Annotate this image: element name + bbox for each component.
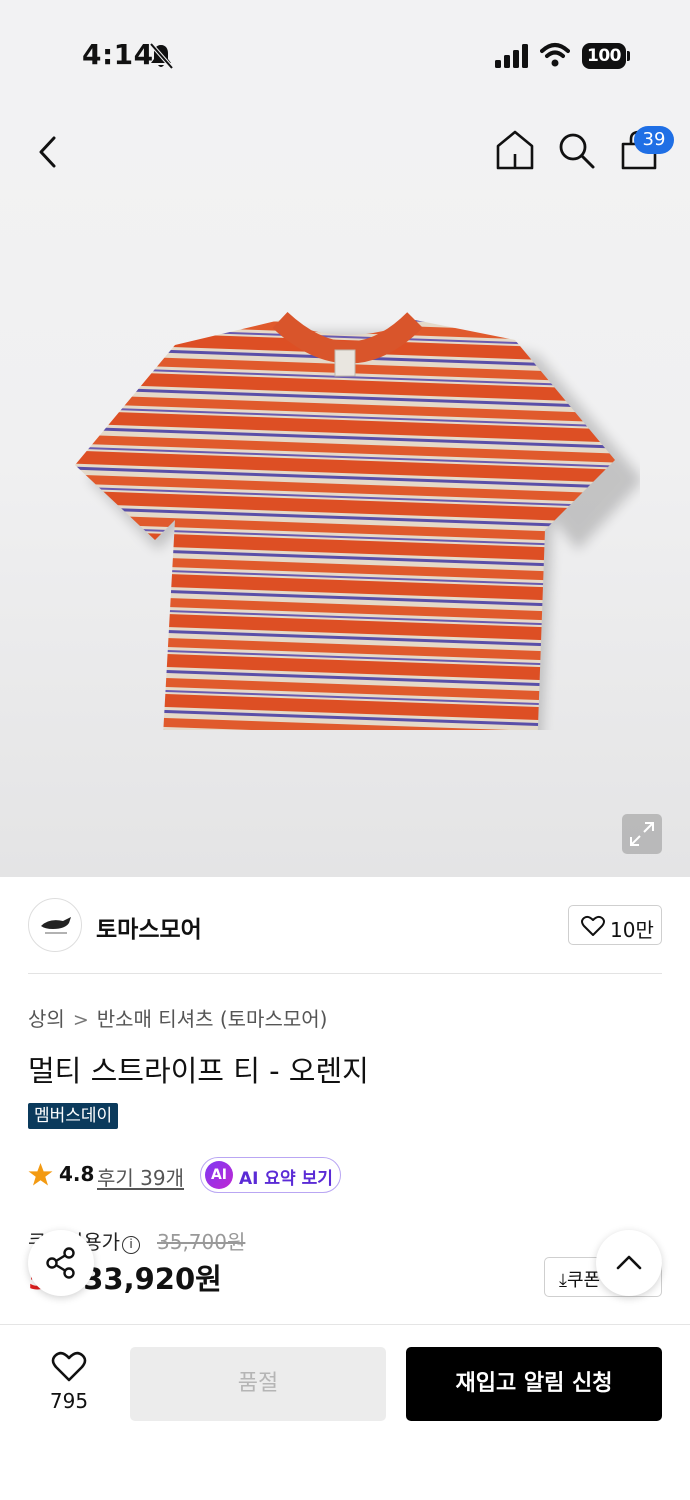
restock-alert-button[interactable]: 재입고 알림 신청 [406, 1347, 662, 1421]
download-icon: ⤓ [559, 1270, 567, 1291]
product-title: 멀티 스트라이프 티 - 오렌지 [28, 1054, 369, 1088]
product-image-gallery[interactable]: 39 [0, 110, 690, 877]
search-icon[interactable] [556, 130, 596, 170]
ai-badge-icon: AI [205, 1161, 233, 1189]
sale-price: 33,920원 [83, 1262, 222, 1296]
battery-icon: 100 [582, 43, 630, 69]
members-day-tag: 멤버스데이 [28, 1103, 119, 1129]
home-icon[interactable] [494, 128, 536, 172]
soldout-button: 품절 [130, 1347, 386, 1421]
whale-logo-icon [41, 917, 71, 934]
bell-off-icon [149, 42, 174, 70]
breadcrumb-subcategory[interactable]: 반소매 티셔츠 (토마스모어) [97, 1003, 328, 1032]
brand-like-button[interactable]: 10만 [568, 905, 662, 945]
brand-name[interactable]: 토마스모어 [96, 910, 202, 944]
divider [28, 973, 662, 974]
wifi-icon [540, 43, 570, 67]
info-icon[interactable]: i [122, 1236, 140, 1254]
expand-icon [630, 822, 654, 846]
original-price: 35,700원 [157, 1230, 246, 1254]
wishlist-count: 795 [49, 1389, 89, 1413]
ai-summary-button[interactable]: AI AI 요약 보기 [200, 1157, 341, 1193]
product-image [75, 311, 640, 730]
expand-image-button[interactable] [622, 814, 662, 854]
cart-count-badge: 39 [634, 126, 674, 154]
bottom-action-bar: 795 품절 재입고 알림 신청 [0, 1324, 690, 1500]
battery-cap [627, 51, 630, 61]
scroll-to-top-button[interactable] [596, 1230, 662, 1296]
review-count-link[interactable]: 후기 39개 [97, 1162, 184, 1191]
share-button[interactable] [28, 1230, 94, 1296]
breadcrumb-category[interactable]: 상의 [28, 1003, 65, 1032]
coupon-button-label: 쿠폰 [566, 1270, 601, 1291]
ai-summary-label: AI 요약 보기 [239, 1169, 333, 1189]
battery-level: 100 [582, 43, 626, 69]
status-time: 4:14 [82, 38, 154, 71]
rating-value: 4.8 [59, 1162, 95, 1186]
share-icon [46, 1247, 75, 1279]
status-bar: 4:14 100 [0, 0, 690, 110]
wishlist-button[interactable]: 795 [38, 1351, 100, 1421]
breadcrumb: 상의 > 반소매 티셔츠 (토마스모어) [28, 1003, 327, 1032]
rating-row: 4.8 후기 39개 AI AI 요약 보기 [28, 1157, 648, 1193]
brand-logo[interactable] [28, 898, 82, 952]
star-icon [28, 1163, 53, 1186]
back-arrow-icon[interactable] [28, 132, 68, 172]
heart-icon [51, 1351, 87, 1382]
chevron-up-icon [616, 1255, 642, 1270]
chevron-right-icon: > [72, 1009, 89, 1031]
brand-row[interactable]: 토마스모어 10만 [28, 898, 662, 954]
brand-like-count: 10만 [610, 918, 654, 942]
signal-icon [495, 44, 528, 68]
heart-icon [581, 915, 605, 936]
